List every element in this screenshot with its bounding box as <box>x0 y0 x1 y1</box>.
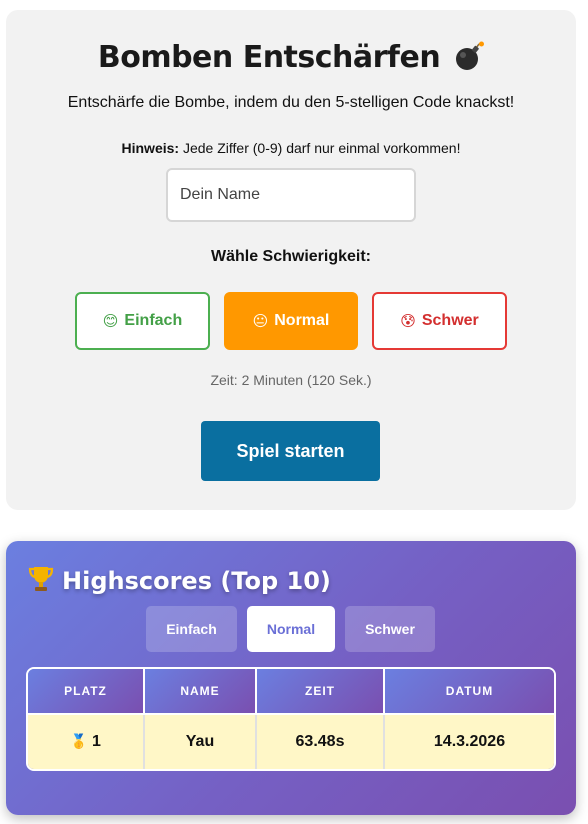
bomb-icon <box>454 41 485 79</box>
column-header-datum: DATUM <box>385 669 554 715</box>
difficulty-hard-label: Schwer <box>421 312 479 329</box>
hint-text: Hinweis: Jede Ziffer (0-9) darf nur einm… <box>6 140 576 156</box>
highscores-title-text: Highscores (Top 10) <box>62 567 331 595</box>
hint-body: Jede Ziffer (0-9) darf nur einmal vorkom… <box>179 140 461 156</box>
date-cell: 14.3.2026 <box>385 715 554 769</box>
column-header-name: NAME <box>145 669 257 715</box>
highscore-tab-easy[interactable]: Einfach <box>146 606 237 652</box>
time-info: Zeit: 2 Minuten (120 Sek.) <box>210 372 372 388</box>
difficulty-normal-label: Normal <box>274 312 330 329</box>
highscores-title: Highscores (Top 10) <box>26 563 331 599</box>
column-header-platz: PLATZ <box>28 669 145 715</box>
difficulty-easy-button[interactable]: 😊 Einfach <box>75 292 210 350</box>
start-game-button[interactable]: Spiel starten <box>201 421 380 481</box>
name-input[interactable] <box>166 168 416 222</box>
highscore-tab-hard[interactable]: Schwer <box>345 606 435 652</box>
smile-icon: 😊 <box>102 312 119 330</box>
highscores-card: Highscores (Top 10) Einfach Normal Schwe… <box>6 541 576 815</box>
game-subtitle: Entschärfe die Bombe, indem du den 5-ste… <box>67 94 515 111</box>
rank-value: 1 <box>91 733 101 750</box>
time-cell: 63.48s <box>257 715 385 769</box>
difficulty-heading: Wähle Schwierigkeit: <box>210 248 372 265</box>
anxious-face-icon: 😰 <box>400 312 416 330</box>
difficulty-normal-button[interactable]: 😐 Normal <box>224 292 358 350</box>
rank-cell: 🥇 1 <box>28 715 145 769</box>
hint-label: Hinweis: <box>121 140 180 156</box>
column-header-zeit: ZEIT <box>257 669 385 715</box>
difficulty-hard-button[interactable]: 😰 Schwer <box>372 292 507 350</box>
neutral-face-icon: 😐 <box>252 312 269 330</box>
table-row: 🥇 1 Yau 63.48s 14.3.2026 <box>28 715 554 769</box>
difficulty-easy-label: Einfach <box>124 312 183 329</box>
name-cell: Yau <box>145 715 257 769</box>
game-title: Bomben Entschärfen <box>6 40 576 79</box>
gold-medal-icon: 🥇 <box>70 734 88 750</box>
highscore-tab-normal[interactable]: Normal <box>247 606 335 652</box>
table-header-row: PLATZ NAME ZEIT DATUM <box>28 669 554 715</box>
trophy-icon <box>26 563 56 599</box>
highscores-table: PLATZ NAME ZEIT DATUM 🥇 1 Yau 63.48s 14.… <box>26 667 556 771</box>
game-card: Bomben Entschärfen Entschärfe die Bombe,… <box>6 10 576 510</box>
game-title-text: Bomben Entschärfen <box>97 40 441 75</box>
